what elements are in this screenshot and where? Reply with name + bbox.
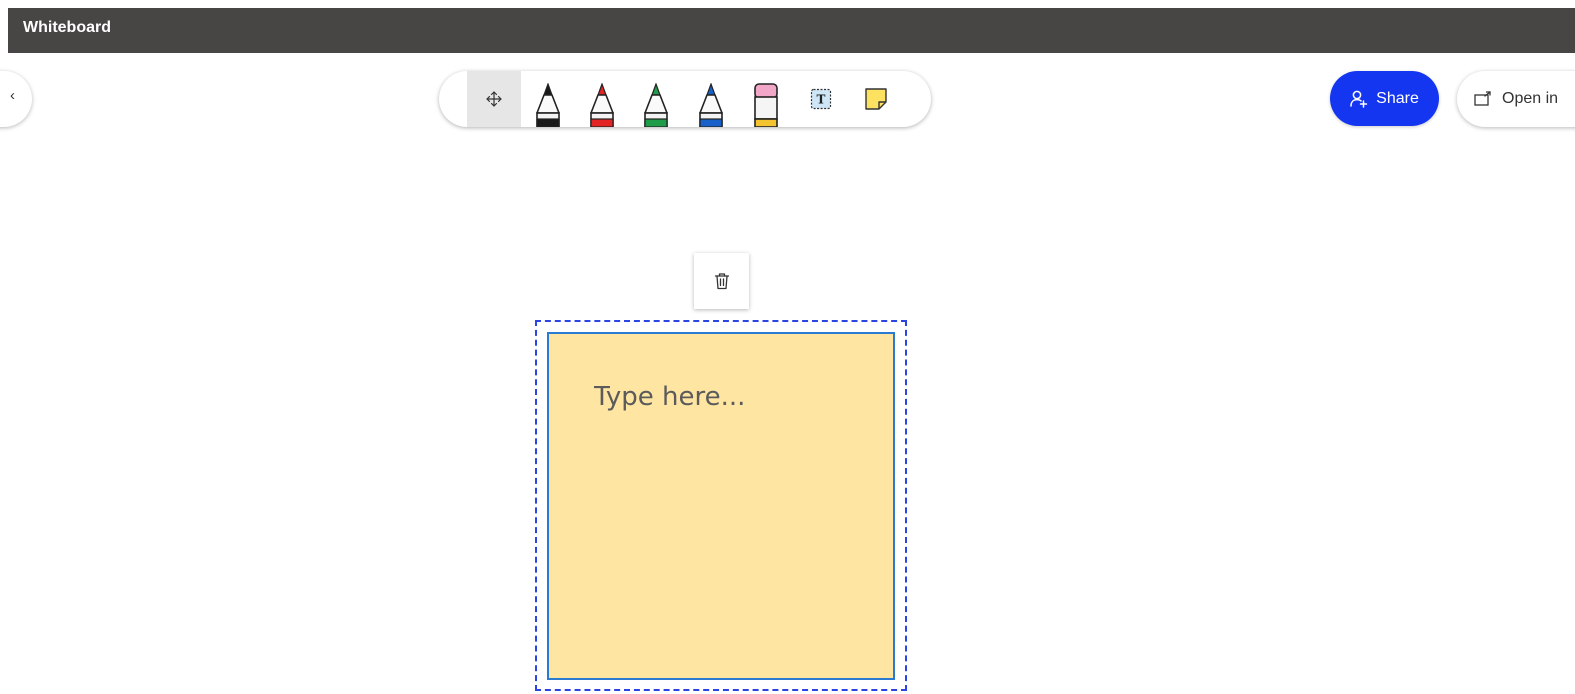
- open-in-label: Open in: [1502, 90, 1559, 107]
- chevron-left-icon: ‹: [10, 87, 15, 104]
- whiteboard-app: Whiteboard ‹ T Share Open in Type here..…: [0, 0, 1575, 694]
- sticky-note-input[interactable]: [594, 382, 874, 412]
- app-title: Whiteboard: [23, 19, 111, 36]
- sticky-note[interactable]: [547, 332, 895, 680]
- text-tool[interactable]: T: [794, 71, 848, 127]
- sticky-note-tool[interactable]: [849, 71, 903, 127]
- drawing-toolbar: T: [439, 71, 931, 127]
- delete-button[interactable]: [694, 253, 749, 309]
- text-tool-glyph: T: [817, 93, 826, 107]
- trash-icon: [714, 273, 729, 290]
- collapse-panel-button[interactable]: ‹: [0, 71, 32, 127]
- move-tool[interactable]: [467, 71, 521, 127]
- pen-icon: [699, 83, 723, 127]
- pen-icon: [536, 83, 560, 127]
- open-external-icon: [1474, 91, 1491, 106]
- pen-icon: [590, 83, 614, 127]
- eraser-icon: [754, 83, 778, 127]
- add-person-icon: [1350, 90, 1368, 108]
- text-box-icon: T: [810, 88, 832, 110]
- pen-icon: [644, 83, 668, 127]
- black-pen-tool[interactable]: [521, 71, 575, 127]
- eraser-tool[interactable]: [739, 71, 793, 127]
- sticky-note-icon: [865, 88, 887, 110]
- green-pen-tool[interactable]: [629, 71, 683, 127]
- share-button[interactable]: Share: [1330, 71, 1439, 126]
- red-pen-tool[interactable]: [575, 71, 629, 127]
- open-in-button[interactable]: Open in: [1457, 71, 1575, 127]
- share-label: Share: [1376, 89, 1419, 107]
- title-bar: Whiteboard: [8, 8, 1575, 53]
- blue-pen-tool[interactable]: [684, 71, 738, 127]
- move-arrows-icon: [486, 91, 502, 107]
